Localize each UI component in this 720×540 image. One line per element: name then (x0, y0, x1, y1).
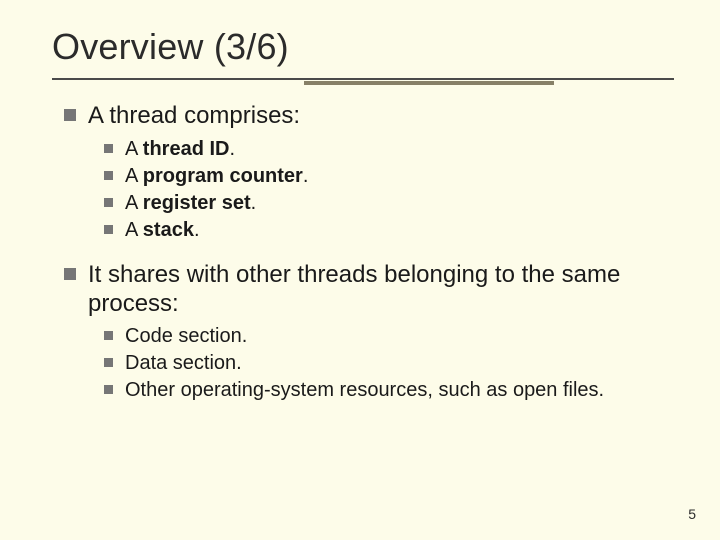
page-number: 5 (688, 506, 696, 522)
sub-bullet-text: A program counter. (125, 164, 308, 189)
page-title: Overview (3/6) (52, 26, 674, 68)
list-item: Data section. (104, 351, 666, 376)
sub-bullet-text: Data section. (125, 351, 242, 376)
square-bullet-icon (104, 198, 113, 207)
bullet-text: A thread comprises: (88, 102, 300, 131)
list-item: A register set. (104, 191, 666, 216)
list-item: Other operating-system resources, such a… (104, 378, 666, 403)
title-underline-main (52, 78, 674, 80)
list-item: A stack. (104, 218, 666, 243)
slide: Overview (3/6) A thread comprises: A thr… (0, 0, 720, 540)
sub-bullet-text: Code section. (125, 324, 247, 349)
sub-bullet-text: A register set. (125, 191, 256, 216)
bullet-level1: A thread comprises: (64, 102, 666, 131)
list-item: A thread ID. (104, 137, 666, 162)
sub-bullet-text: Other operating-system resources, such a… (125, 378, 604, 403)
square-bullet-icon (64, 268, 76, 280)
bullet-text: It shares with other threads belonging t… (88, 261, 666, 319)
sub-bullet-text: A stack. (125, 218, 200, 243)
sub-bullet-text: A thread ID. (125, 137, 235, 162)
square-bullet-icon (104, 331, 113, 340)
square-bullet-icon (104, 358, 113, 367)
square-bullet-icon (104, 385, 113, 394)
title-underline-accent (304, 81, 554, 85)
title-underline (52, 74, 674, 88)
list-item: A program counter. (104, 164, 666, 189)
slide-body: A thread comprises: A thread ID. A progr… (52, 102, 674, 403)
square-bullet-icon (104, 144, 113, 153)
square-bullet-icon (104, 171, 113, 180)
list-item: Code section. (104, 324, 666, 349)
sub-list-2: Code section. Data section. Other operat… (104, 324, 666, 403)
square-bullet-icon (104, 225, 113, 234)
bullet-level1: It shares with other threads belonging t… (64, 261, 666, 319)
square-bullet-icon (64, 109, 76, 121)
sub-list-1: A thread ID. A program counter. A regist… (104, 137, 666, 243)
